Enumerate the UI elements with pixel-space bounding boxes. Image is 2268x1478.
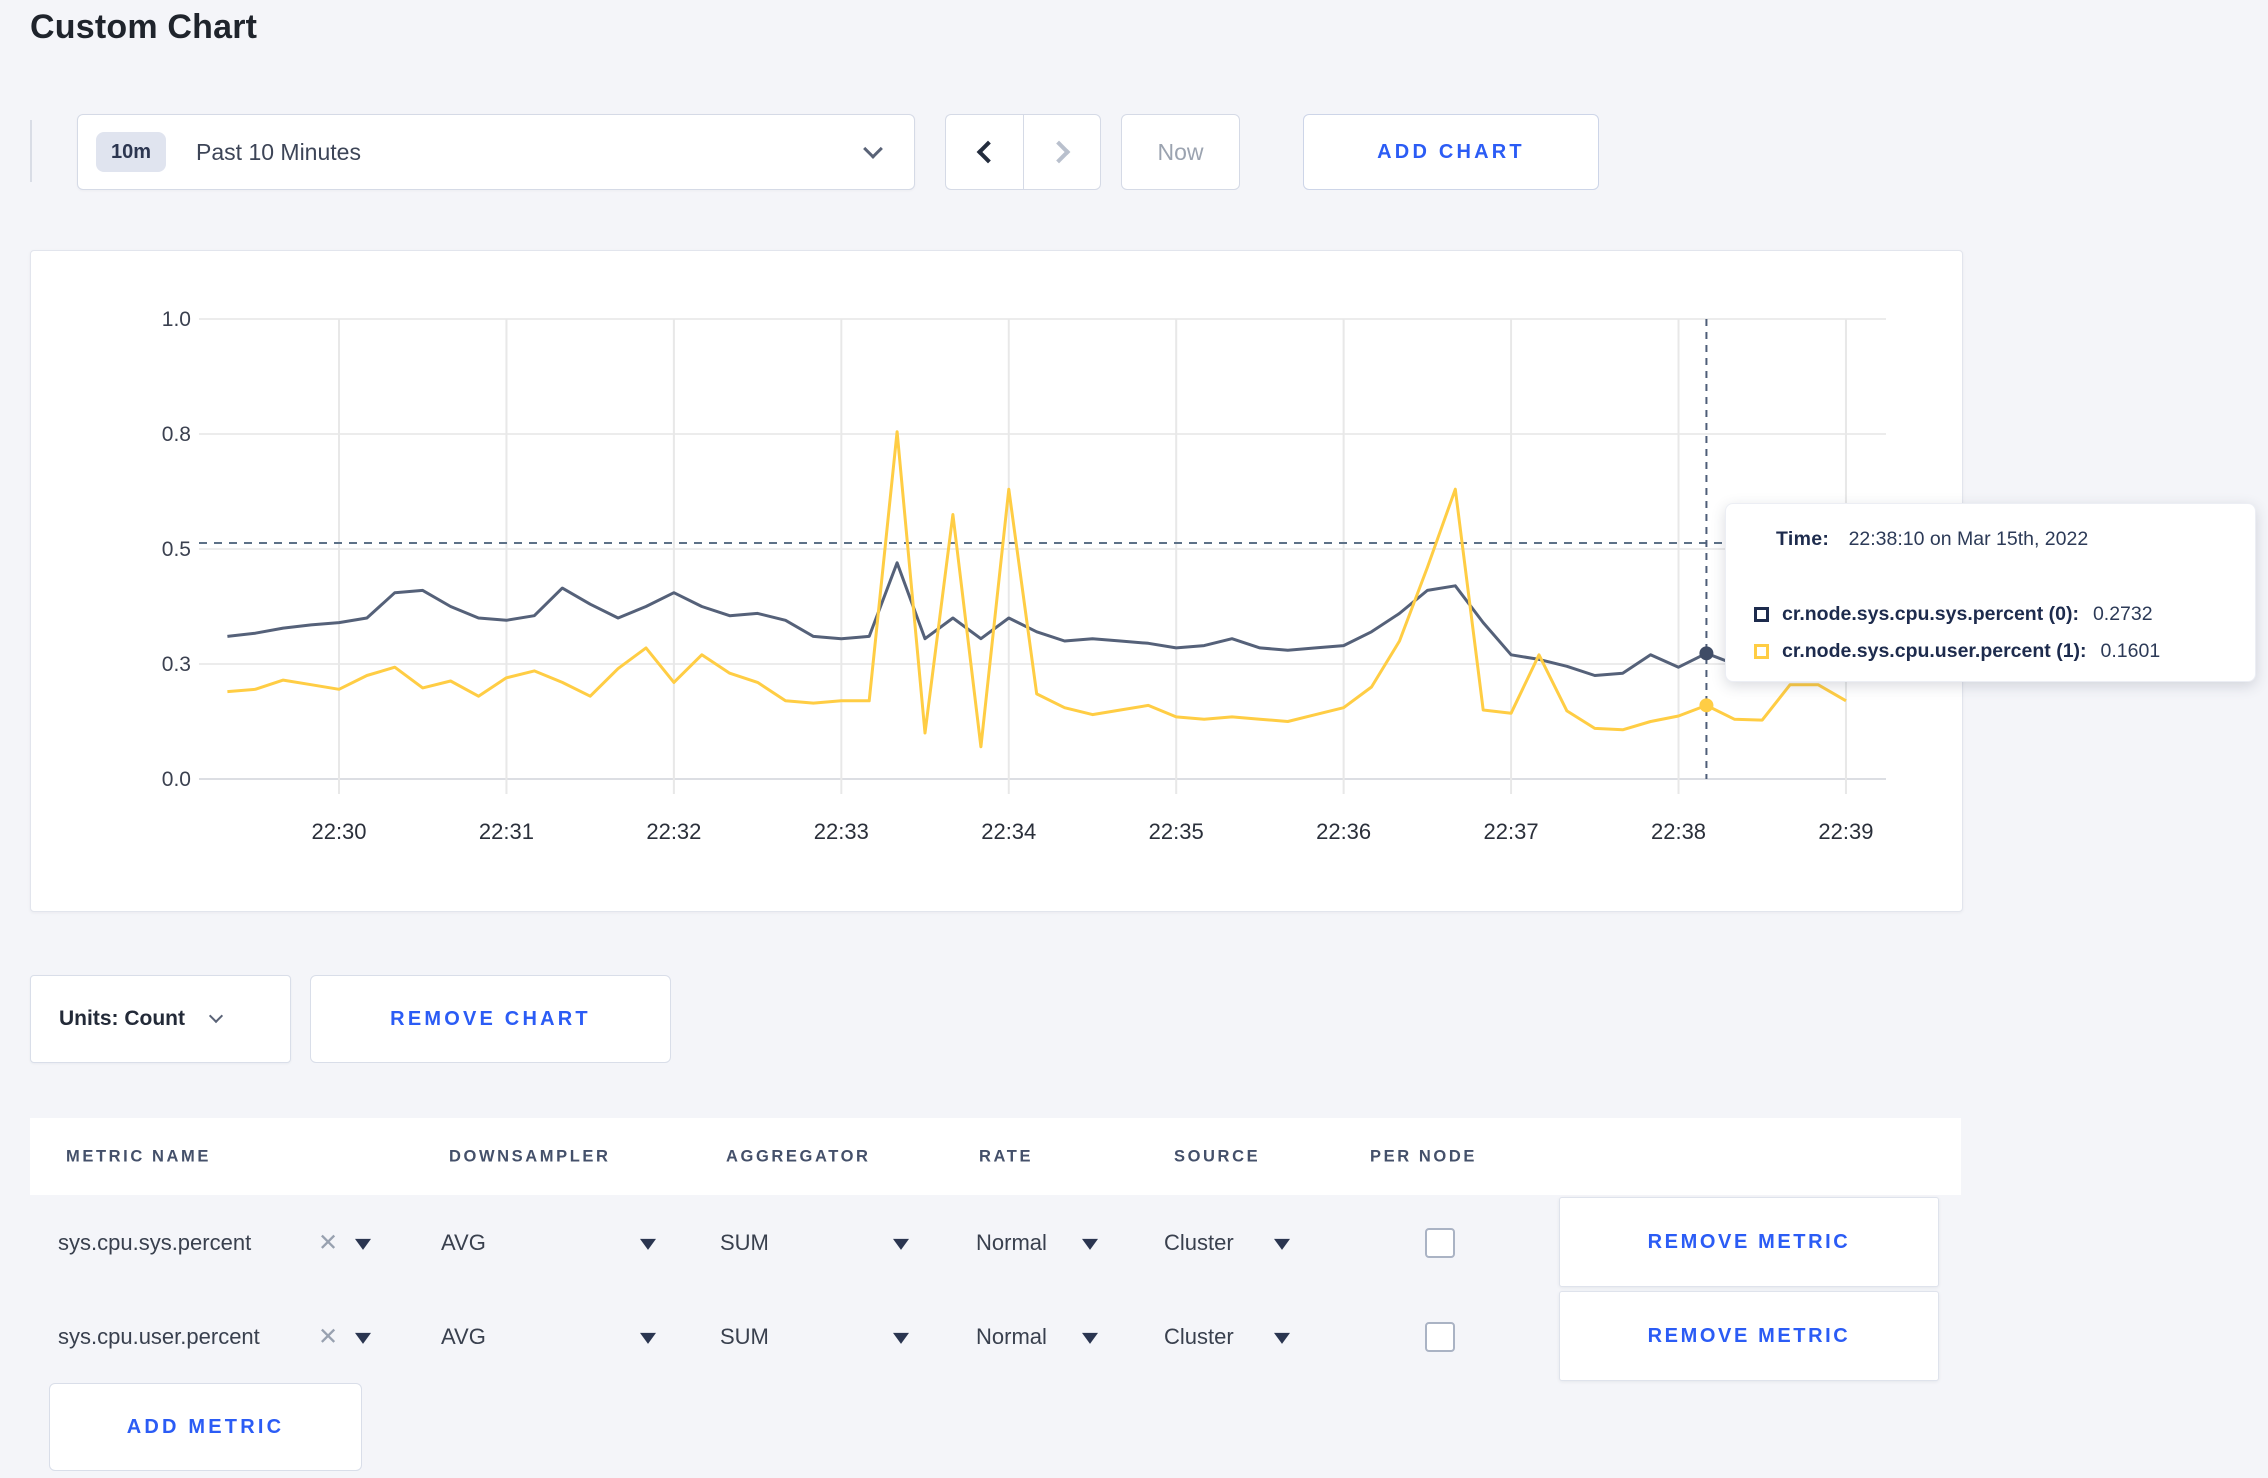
header-source: SOURCE bbox=[1174, 1147, 1261, 1165]
chart-svg: 0.0 0.3 0.5 0.8 1.0 22:30 22:31 22:32 22:33 22:34… bbox=[162, 308, 1886, 844]
chevron-down-icon bbox=[208, 1008, 224, 1024]
header-rate: RATE bbox=[979, 1147, 1034, 1165]
source-caret-icon[interactable] bbox=[1274, 1332, 1290, 1344]
svg-text:22:38: 22:38 bbox=[1651, 819, 1706, 844]
metric-name-value[interactable]: sys.cpu.sys.percent bbox=[58, 1230, 251, 1256]
time-nav-group bbox=[945, 114, 1101, 190]
svg-text:22:37: 22:37 bbox=[1484, 819, 1539, 844]
aggregator-caret-icon[interactable] bbox=[893, 1238, 909, 1250]
header-per-node: PER NODE bbox=[1370, 1147, 1477, 1165]
tooltip-time-label: Time: bbox=[1776, 528, 1830, 550]
tooltip-time-value: 22:38:10 on Mar 15th, 2022 bbox=[1848, 528, 2089, 550]
clear-metric-icon[interactable]: ✕ bbox=[318, 1322, 338, 1351]
clear-metric-icon[interactable]: ✕ bbox=[318, 1228, 338, 1257]
toolbar-divider bbox=[30, 120, 32, 182]
metric-row: sys.cpu.sys.percent ✕ AVG SUM Normal Clu… bbox=[0, 1197, 2268, 1288]
metrics-table-header: METRIC NAME DOWNSAMPLER AGGREGATOR RATE … bbox=[30, 1118, 1961, 1195]
rate-select[interactable]: Normal bbox=[976, 1324, 1047, 1350]
tooltip-series-name: cr.node.sys.cpu.sys.percent (0): bbox=[1782, 603, 2079, 625]
aggregator-caret-icon[interactable] bbox=[893, 1332, 909, 1344]
tooltip-series-value: 0.2732 bbox=[2092, 603, 2153, 625]
series-swatch-icon bbox=[1754, 607, 1769, 622]
tooltip-rows: cr.node.sys.cpu.sys.percent (0): 0.2732 cr… bbox=[1754, 603, 2231, 663]
metric-row: sys.cpu.user.percent ✕ AVG SUM Normal Cl… bbox=[0, 1291, 2268, 1382]
add-chart-button[interactable]: ADD CHART bbox=[1303, 114, 1599, 190]
svg-text:22:30: 22:30 bbox=[311, 819, 366, 844]
metric-dropdown-caret-icon[interactable] bbox=[355, 1332, 371, 1344]
svg-text:22:32: 22:32 bbox=[646, 819, 701, 844]
chevron-left-icon bbox=[976, 140, 999, 164]
now-button[interactable]: Now bbox=[1121, 114, 1240, 190]
source-select[interactable]: Cluster bbox=[1164, 1324, 1234, 1350]
metric-dropdown-caret-icon[interactable] bbox=[355, 1238, 371, 1250]
header-metric-name: METRIC NAME bbox=[66, 1147, 212, 1165]
chevron-down-icon bbox=[863, 139, 883, 159]
time-range-label: Past 10 Minutes bbox=[196, 138, 361, 165]
remove-metric-button[interactable]: REMOVE METRIC bbox=[1559, 1291, 1939, 1381]
source-select[interactable]: Cluster bbox=[1164, 1230, 1234, 1256]
svg-text:22:39: 22:39 bbox=[1818, 819, 1873, 844]
header-aggregator: AGGREGATOR bbox=[726, 1147, 871, 1165]
header-downsampler: DOWNSAMPLER bbox=[449, 1147, 611, 1165]
svg-text:1.0: 1.0 bbox=[162, 308, 191, 331]
svg-text:0.8: 0.8 bbox=[162, 423, 191, 446]
metric-name-value[interactable]: sys.cpu.user.percent bbox=[58, 1324, 260, 1350]
page-title: Custom Chart bbox=[30, 8, 258, 46]
tooltip-series-name: cr.node.sys.cpu.user.percent (1): bbox=[1782, 640, 2087, 662]
tooltip-series-value: 0.1601 bbox=[2100, 640, 2161, 662]
svg-text:22:33: 22:33 bbox=[814, 819, 869, 844]
custom-chart-page: { "page": { "title": "Custom Chart" }, "… bbox=[0, 0, 2268, 1478]
units-dropdown[interactable]: Units: Count bbox=[30, 975, 291, 1063]
downsampler-caret-icon[interactable] bbox=[640, 1238, 656, 1250]
time-forward-button[interactable] bbox=[1023, 114, 1101, 190]
chart-panel[interactable]: 0.0 0.3 0.5 0.8 1.0 22:30 22:31 22:32 22:33 22:34… bbox=[30, 250, 1963, 912]
svg-text:22:36: 22:36 bbox=[1316, 819, 1371, 844]
svg-text:22:31: 22:31 bbox=[479, 819, 534, 844]
add-metric-button[interactable]: ADD METRIC bbox=[49, 1383, 362, 1471]
downsampler-select[interactable]: AVG bbox=[441, 1324, 486, 1350]
series-swatch-icon bbox=[1754, 644, 1769, 659]
aggregator-select[interactable]: SUM bbox=[720, 1230, 769, 1256]
svg-text:0.5: 0.5 bbox=[162, 538, 191, 561]
downsampler-select[interactable]: AVG bbox=[441, 1230, 486, 1256]
tooltip-series-row: cr.node.sys.cpu.sys.percent (0): 0.2732 bbox=[1754, 603, 2231, 626]
aggregator-select[interactable]: SUM bbox=[720, 1324, 769, 1350]
source-caret-icon[interactable] bbox=[1274, 1238, 1290, 1250]
svg-text:22:34: 22:34 bbox=[981, 819, 1036, 844]
remove-metric-button[interactable]: REMOVE METRIC bbox=[1559, 1197, 1939, 1287]
chevron-right-icon bbox=[1047, 140, 1071, 164]
units-label: Units: Count bbox=[59, 1007, 185, 1030]
time-range-dropdown[interactable]: 10m Past 10 Minutes bbox=[77, 114, 915, 190]
svg-text:0.0: 0.0 bbox=[162, 768, 191, 791]
tooltip-time-row: Time: 22:38:10 on Mar 15th, 2022 bbox=[1754, 528, 2231, 551]
time-back-button[interactable] bbox=[945, 114, 1023, 190]
per-node-checkbox[interactable] bbox=[1425, 1321, 1455, 1352]
downsampler-caret-icon[interactable] bbox=[640, 1332, 656, 1344]
rate-caret-icon[interactable] bbox=[1082, 1332, 1098, 1344]
svg-text:0.3: 0.3 bbox=[162, 653, 191, 676]
tooltip-series-row: cr.node.sys.cpu.user.percent (1): 0.1601 bbox=[1754, 640, 2231, 663]
chart-tooltip: Time: 22:38:10 on Mar 15th, 2022 cr.node… bbox=[1725, 503, 2256, 682]
rate-select[interactable]: Normal bbox=[976, 1230, 1047, 1256]
remove-chart-button[interactable]: REMOVE CHART bbox=[310, 975, 671, 1063]
time-range-badge: 10m bbox=[96, 132, 167, 172]
svg-text:22:35: 22:35 bbox=[1149, 819, 1204, 844]
per-node-checkbox[interactable] bbox=[1425, 1227, 1455, 1258]
rate-caret-icon[interactable] bbox=[1082, 1238, 1098, 1250]
